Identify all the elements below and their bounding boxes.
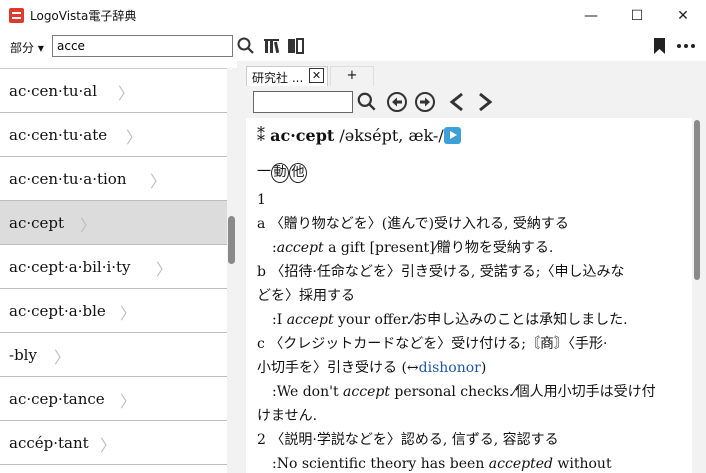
tab-close-button[interactable]: ✕ — [309, 68, 324, 83]
list-item-selected[interactable]: ac·cept 〉 — [0, 201, 227, 245]
sense-line: c 〈クレジットカードなどを〉受け付ける;〘商〙〈手形· — [257, 336, 608, 352]
add-tab-button[interactable]: + — [330, 66, 374, 86]
sense-line: 2 〈説明·学説などを〉認める, 信ずる, 容認する — [257, 432, 559, 448]
entry-scroll-thumb[interactable] — [694, 120, 700, 280]
chevron-right-icon: 〉 — [54, 348, 71, 367]
bookmark-icon[interactable] — [650, 37, 670, 55]
example-continuation: けません. — [257, 408, 318, 424]
forward-icon[interactable] — [475, 92, 495, 112]
chevron-right-icon: 〉 — [126, 128, 143, 147]
chevron-right-icon: 〉 — [100, 436, 117, 455]
chevron-right-icon: 〉 — [80, 216, 97, 235]
list-item[interactable]: ac·cept·a·bil·i·ty 〉 — [0, 245, 227, 289]
example-line: :I accept your offer.⁄お申し込みのことは承知しました. — [272, 312, 628, 328]
find-in-entry-icon[interactable] — [356, 92, 378, 112]
chevron-right-icon: 〉 — [150, 172, 167, 191]
find-previous-icon[interactable] — [386, 91, 408, 113]
list-item[interactable]: ac·cep·tance 〉 — [0, 377, 227, 421]
word-list-scroll-thumb[interactable] — [228, 216, 235, 264]
chevron-right-icon: 〉 — [120, 304, 137, 323]
list-item[interactable]: accép·tant 〉 — [0, 421, 227, 465]
list-item[interactable]: ac·cen·tu·al 〉 — [0, 69, 227, 113]
chevron-right-icon: 〉 — [118, 84, 135, 103]
importance-mark: ⁑ — [257, 126, 265, 145]
verb-badge: 動 — [271, 163, 289, 183]
chevron-right-icon: 〉 — [156, 260, 173, 279]
search-input[interactable] — [52, 35, 233, 57]
minimize-button[interactable]: — — [568, 0, 614, 31]
sense-continuation: 小切手を〉引き受ける (↔dishonor) — [257, 360, 487, 376]
maximize-button[interactable]: ☐ — [614, 0, 660, 31]
example-line: :We don't accept personal checks.⁄個人用小切手… — [272, 384, 656, 400]
entry-content: ⁑ ac·cept /əksépt, æk-/ 一動他 1 a 〈贈り物などを〉… — [246, 118, 692, 473]
in-entry-search-input[interactable] — [253, 91, 353, 113]
app-logo-icon — [9, 8, 24, 23]
list-item[interactable]: -bly 〉 — [0, 333, 227, 377]
word-list: ac·cen·tu·al 〉 ac·cen·tu·ate 〉 ac·cen·tu·a… — [0, 68, 227, 473]
window-title: LogoVista電子辞典 — [30, 9, 137, 23]
search-mode-dropdown[interactable]: 部分 ▾ — [10, 39, 44, 56]
more-options-icon[interactable] — [676, 37, 696, 55]
sense-line: a 〈贈り物などを〉(進んで)受け入れる, 受納する — [257, 216, 569, 232]
part-of-speech: 一動他 — [257, 160, 307, 184]
play-audio-icon[interactable] — [443, 127, 461, 144]
title-bar: LogoVista電子辞典 — ☐ ✕ — [0, 0, 706, 31]
chevron-right-icon: 〉 — [120, 392, 137, 411]
transitive-badge: 他 — [289, 163, 307, 183]
list-item[interactable]: ac·cen·tu·a·tion 〉 — [0, 157, 227, 201]
close-window-button[interactable]: ✕ — [660, 0, 706, 31]
sense-continuation: どを〉採用する — [257, 288, 355, 304]
back-icon[interactable] — [447, 92, 467, 112]
word-list-scrollbar[interactable] — [227, 68, 237, 473]
sense-number: 1 — [257, 192, 266, 208]
toolbar: 部分 ▾ — [0, 31, 706, 61]
dictionaries-icon[interactable] — [263, 37, 283, 55]
find-next-icon[interactable] — [414, 91, 436, 113]
search-icon[interactable] — [236, 37, 256, 55]
layout-icon[interactable] — [286, 37, 306, 55]
headword-line: ⁑ ac·cept /əksépt, æk-/ — [257, 124, 461, 148]
list-item[interactable]: ac·cept·a·ble 〉 — [0, 289, 227, 333]
headword: ac·cept — [270, 126, 335, 145]
example-line: :No scientific theory has been accepted … — [272, 456, 612, 472]
pronunciation: /əksépt, æk-/ — [339, 126, 444, 145]
list-item[interactable]: ac·cen·tu·ate 〉 — [0, 113, 227, 157]
sense-line: b 〈招待·任命などを〉引き受ける, 受諾する;〈申し込みな — [257, 264, 625, 280]
example-line: :accept a gift [present]⁄贈り物を受納する. — [272, 240, 554, 256]
antonym-link[interactable]: dishonor — [419, 360, 481, 376]
